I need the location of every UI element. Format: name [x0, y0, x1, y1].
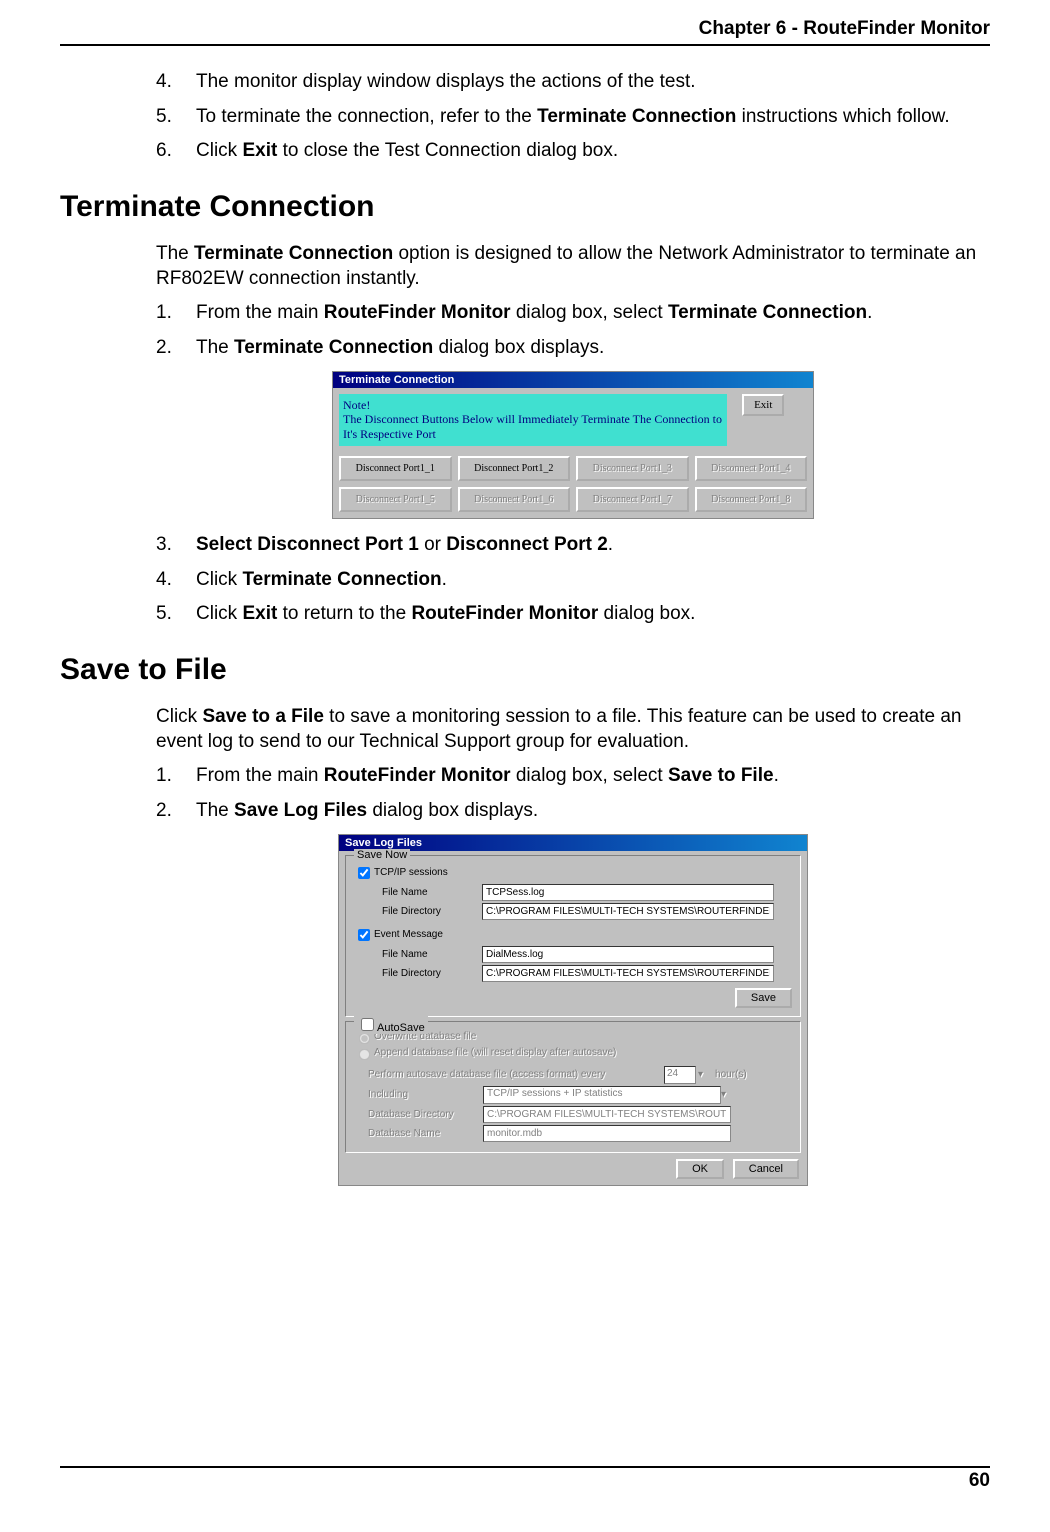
disconnect-port-6: Disconnect Port1_6	[458, 487, 571, 512]
file-dir-label: File Directory	[354, 968, 482, 979]
append-radio	[359, 1049, 370, 1060]
section-terminate-connection: Terminate Connection	[60, 190, 990, 224]
step-text: Click Exit to close the Test Connection …	[196, 139, 618, 164]
step-text: The Terminate Connection dialog box disp…	[196, 336, 604, 361]
step-text: From the main RouteFinder Monitor dialog…	[196, 301, 872, 326]
append-label: Append database file (will reset display…	[374, 1047, 616, 1058]
step-num: 3.	[156, 533, 196, 558]
hours-label: hour(s)	[715, 1069, 747, 1080]
hours-select: 24	[664, 1066, 696, 1084]
step-num: 4.	[156, 70, 196, 95]
step-num: 1.	[156, 301, 196, 326]
step-text: To terminate the connection, refer to th…	[196, 105, 950, 130]
event-filename-input[interactable]	[482, 946, 774, 963]
tcp-filename-input[interactable]	[482, 884, 774, 901]
db-dir-label: Database Directory	[354, 1109, 483, 1120]
file-name-label: File Name	[354, 949, 482, 960]
section1-intro: The Terminate Connection option is desig…	[156, 242, 990, 291]
disconnect-port-7: Disconnect Port1_7	[576, 487, 689, 512]
section2-intro: Click Save to a File to save a monitorin…	[156, 705, 990, 754]
group-legend: AutoSave	[354, 1015, 428, 1034]
step-num: 2.	[156, 799, 196, 824]
step-text: Click Exit to return to the RouteFinder …	[196, 602, 695, 627]
tcpip-label: TCP/IP sessions	[374, 867, 489, 878]
db-dir-input	[483, 1106, 731, 1123]
step-num: 6.	[156, 139, 196, 164]
including-select: TCP/IP sessions + IP statistics	[483, 1086, 721, 1104]
step-num: 5.	[156, 105, 196, 130]
chapter-header: Chapter 6 - RouteFinder Monitor	[60, 18, 990, 40]
tcpip-sessions-checkbox[interactable]	[358, 867, 370, 879]
step-num: 5.	[156, 602, 196, 627]
db-name-input	[483, 1125, 731, 1142]
dialog-note: Note! The Disconnect Buttons Below will …	[339, 394, 727, 446]
page-number: 60	[969, 1470, 990, 1491]
section1-steps-a: 1. From the main RouteFinder Monitor dia…	[156, 301, 990, 360]
perform-label: Perform autosave database file (access f…	[354, 1069, 664, 1080]
autosave-checkbox[interactable]	[361, 1018, 374, 1031]
tcp-filedir-input[interactable]	[482, 903, 774, 920]
section1-steps-b: 3. Select Disconnect Port 1 or Disconnec…	[156, 533, 990, 627]
file-name-label: File Name	[354, 887, 482, 898]
disconnect-port-3: Disconnect Port1_3	[576, 456, 689, 481]
autosave-group: AutoSave Overwrite database file Append …	[345, 1021, 801, 1153]
event-msg-label: Event Message	[374, 929, 489, 940]
terminate-connection-dialog: Terminate Connection Note! The Disconnec…	[332, 371, 814, 519]
including-label: Including	[354, 1089, 483, 1100]
disconnect-port-8: Disconnect Port1_8	[695, 487, 808, 512]
step-num: 2.	[156, 336, 196, 361]
overwrite-radio	[359, 1033, 370, 1044]
ok-button[interactable]: OK	[676, 1159, 724, 1179]
section-save-to-file: Save to File	[60, 653, 990, 687]
exit-button[interactable]: Exit	[742, 394, 784, 416]
event-message-checkbox[interactable]	[358, 929, 370, 941]
disconnect-port-5: Disconnect Port1_5	[339, 487, 452, 512]
step-text: From the main RouteFinder Monitor dialog…	[196, 764, 779, 789]
cancel-button[interactable]: Cancel	[733, 1159, 799, 1179]
disconnect-port-2[interactable]: Disconnect Port1_2	[458, 456, 571, 481]
disconnect-port-1[interactable]: Disconnect Port1_1	[339, 456, 452, 481]
step-text: The Save Log Files dialog box displays.	[196, 799, 538, 824]
db-name-label: Database Name	[354, 1128, 483, 1139]
step-text: Click Terminate Connection.	[196, 568, 447, 593]
step-num: 1.	[156, 764, 196, 789]
save-log-files-dialog: Save Log Files Save Now TCP/IP sessions …	[338, 834, 808, 1186]
file-dir-label: File Directory	[354, 906, 482, 917]
intro-steps: 4. The monitor display window displays t…	[156, 70, 990, 164]
disconnect-port-4: Disconnect Port1_4	[695, 456, 808, 481]
step-text: Select Disconnect Port 1 or Disconnect P…	[196, 533, 613, 558]
dialog-title: Terminate Connection	[333, 372, 813, 388]
step-num: 4.	[156, 568, 196, 593]
save-now-group: Save Now TCP/IP sessions File Name File …	[345, 855, 801, 1017]
section2-steps: 1. From the main RouteFinder Monitor dia…	[156, 764, 990, 823]
event-filedir-input[interactable]	[482, 965, 774, 982]
step-text: The monitor display window displays the …	[196, 70, 696, 95]
group-legend: Save Now	[354, 849, 410, 861]
save-button[interactable]: Save	[735, 988, 792, 1008]
